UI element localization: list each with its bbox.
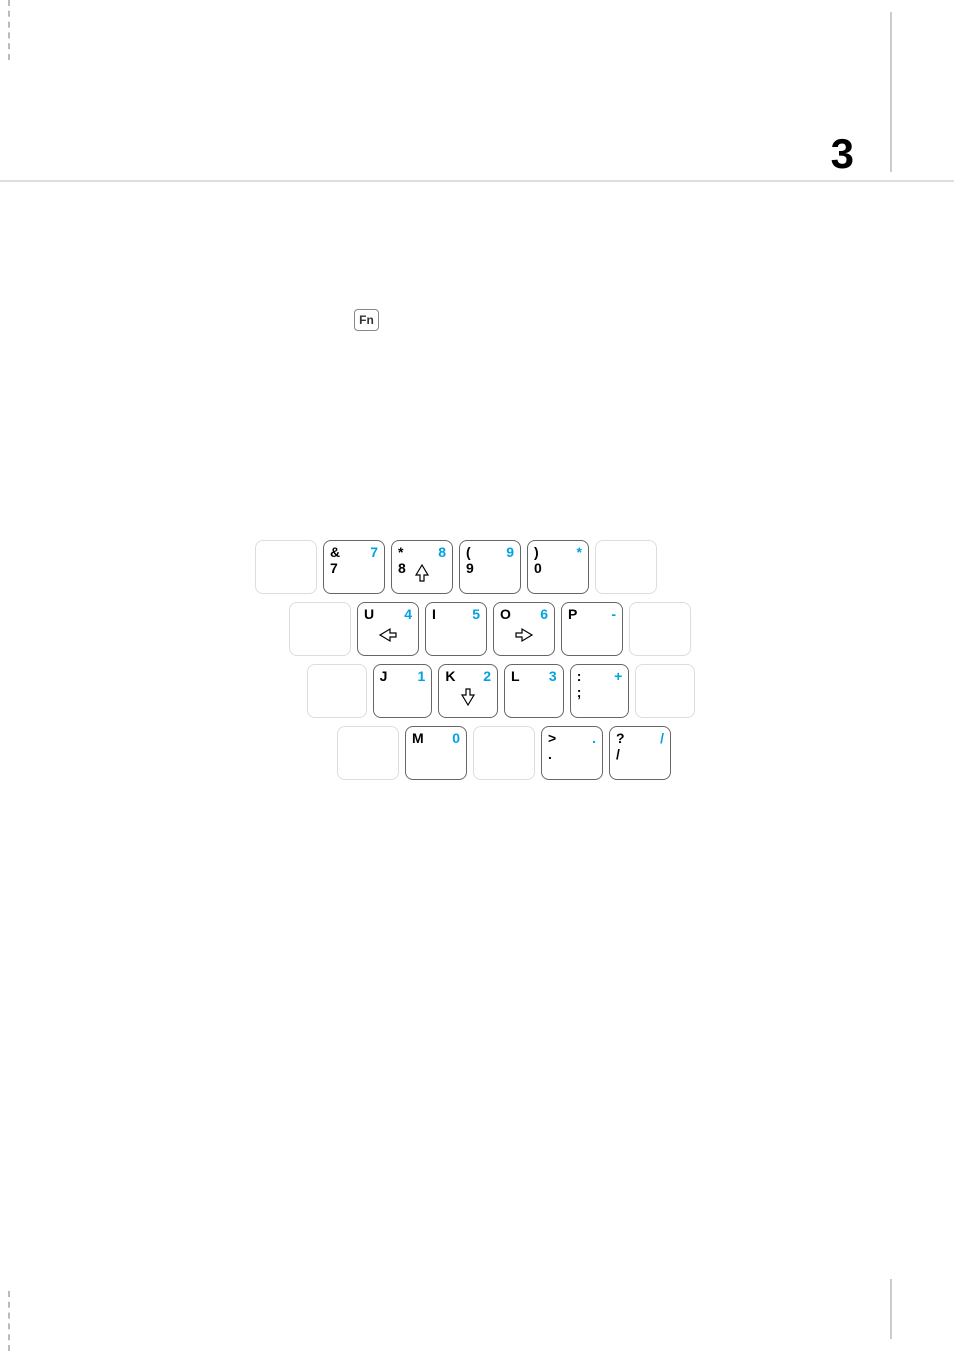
- key-main-lower: 0: [534, 561, 542, 575]
- key-main-upper: L: [511, 669, 520, 683]
- blank-key: [629, 602, 691, 656]
- key-main-upper: ): [534, 545, 539, 559]
- key-O: O6: [493, 602, 555, 656]
- keyboard-row: & 7 7 * 8 8 (9 9) 0 *: [255, 540, 695, 594]
- page-edge-rule: [890, 1279, 892, 1339]
- key-fn-label: 6: [540, 607, 548, 621]
- blank-key: [635, 664, 695, 718]
- key-main-lower: /: [616, 747, 620, 761]
- key-?: ? / /: [609, 726, 671, 780]
- fn-key-icon: Fn: [354, 309, 379, 331]
- left-arrow-icon: [378, 625, 398, 650]
- key-main-lower: 7: [330, 561, 338, 575]
- key-main-upper: :: [577, 669, 582, 683]
- key-fn-label: 3: [549, 669, 557, 683]
- key-&: & 7 7: [323, 540, 385, 594]
- keyboard-diagram: &77*88(99)0*U4I5O6P-J1K2L3:;+M0>..?//: [255, 540, 695, 788]
- key-*: * 8 8: [391, 540, 453, 594]
- key-main-upper: K: [445, 669, 455, 683]
- keyboard-row: M0>..?//: [255, 726, 695, 780]
- key-:: :; +: [570, 664, 630, 718]
- key-main-upper: I: [432, 607, 436, 621]
- up-arrow-icon: [412, 563, 432, 588]
- page-edge-rule: [890, 12, 892, 172]
- keyboard-row: J1K2L3:;+: [255, 664, 695, 718]
- key-fn-label: 2: [483, 669, 491, 683]
- key-fn-label: 8: [438, 545, 446, 559]
- key-K: K2: [438, 664, 498, 718]
- key-M: M0: [405, 726, 467, 780]
- header-divider: [0, 180, 954, 182]
- key-P: P-: [561, 602, 623, 656]
- key-fn-label: 5: [472, 607, 480, 621]
- key-fn-label: 1: [418, 669, 426, 683]
- blank-key: [289, 602, 351, 656]
- key-main-lower: 8: [398, 561, 406, 575]
- key-main-upper: *: [398, 545, 403, 559]
- blank-key: [255, 540, 317, 594]
- key-main-lower: ;: [577, 685, 582, 699]
- blank-key: [595, 540, 657, 594]
- key-fn-label: /: [660, 731, 664, 745]
- key-): ) 0 *: [527, 540, 589, 594]
- key-L: L3: [504, 664, 564, 718]
- keyboard-row: U4I5O6P-: [255, 602, 695, 656]
- key-main-upper: (: [466, 545, 471, 559]
- blank-key: [473, 726, 535, 780]
- key-fn-label: 9: [506, 545, 514, 559]
- right-arrow-icon: [514, 625, 534, 650]
- key-main-upper: P: [568, 607, 577, 621]
- key-fn-label: 4: [404, 607, 412, 621]
- key-fn-label: +: [614, 669, 622, 683]
- key-fn-label: 0: [452, 731, 460, 745]
- key-main-upper: >: [548, 731, 556, 745]
- down-arrow-icon: [458, 687, 478, 712]
- key-main-upper: M: [412, 731, 424, 745]
- key-U: U4: [357, 602, 419, 656]
- key-fn-label: *: [577, 545, 582, 559]
- key-main-lower: 9: [466, 561, 474, 575]
- blank-key: [307, 664, 367, 718]
- key-main-lower: .: [548, 747, 552, 761]
- key-fn-label: .: [592, 731, 596, 745]
- key-fn-label: 7: [370, 545, 378, 559]
- chapter-number: 3: [831, 130, 854, 178]
- key-(: (9 9: [459, 540, 521, 594]
- key-main-upper: O: [500, 607, 511, 621]
- key-main-upper: ?: [616, 731, 625, 745]
- key-J: J1: [373, 664, 433, 718]
- key->: >..: [541, 726, 603, 780]
- crop-rule: [8, 1291, 10, 1351]
- key-fn-label: -: [611, 607, 616, 621]
- crop-rule: [8, 0, 10, 60]
- blank-key: [337, 726, 399, 780]
- key-main-upper: &: [330, 545, 340, 559]
- key-main-upper: U: [364, 607, 374, 621]
- key-I: I5: [425, 602, 487, 656]
- key-main-upper: J: [380, 669, 388, 683]
